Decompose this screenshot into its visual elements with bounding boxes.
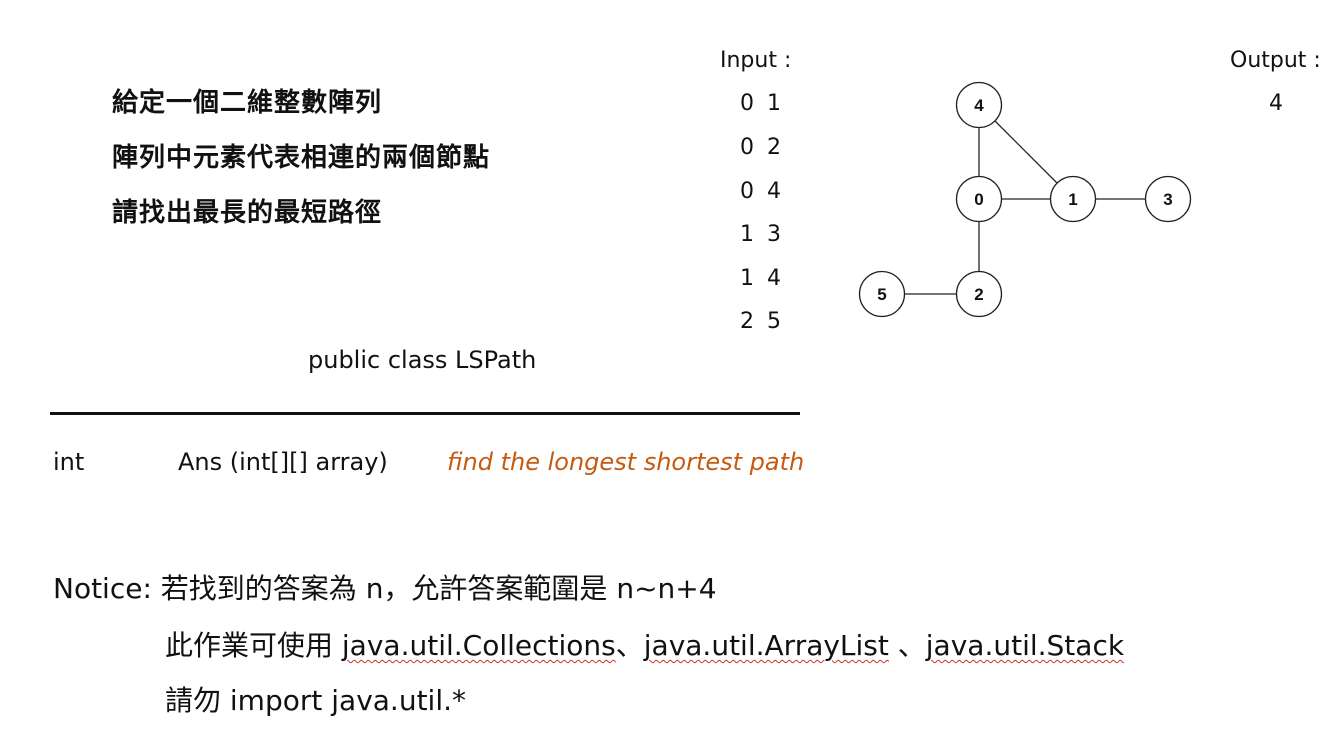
notice-line-2: 此作業可使用 java.util.Collections、java.util.A…	[165, 624, 1124, 664]
svg-text:1: 1	[1068, 190, 1077, 209]
separator: 、	[615, 629, 644, 662]
notice-line-3: 請勿 import java.util.*	[165, 684, 467, 717]
graph-node-3: 3	[1144, 175, 1192, 223]
svg-text:0: 0	[974, 190, 983, 209]
method-return-type: int	[53, 448, 85, 476]
library-stack: java.util.Stack	[925, 629, 1125, 662]
svg-text:2: 2	[974, 285, 983, 304]
class-title: public class LSPath	[308, 346, 537, 374]
graph-node-4: 4	[955, 81, 1003, 129]
library-collections: java.util.Collections	[341, 629, 616, 662]
graph-diagram: 4 0 1 3 5 2	[858, 81, 1192, 318]
method-signature: Ans (int[][] array)	[178, 448, 388, 476]
svg-text:5: 5	[877, 285, 886, 304]
divider	[50, 412, 800, 415]
method-description: find the longest shortest path	[447, 448, 805, 476]
svg-text:4: 4	[974, 96, 984, 115]
graph-node-2: 2	[955, 270, 1003, 318]
graph-node-5: 5	[858, 270, 906, 318]
library-arraylist: java.util.ArrayList	[643, 629, 889, 662]
graph-node-0: 0	[955, 175, 1003, 223]
notice-line-1: Notice: 若找到的答案為 n，允許答案範圍是 n~n+4	[53, 572, 717, 605]
separator: 、	[888, 629, 926, 662]
notice-prefix: 此作業可使用	[165, 629, 342, 662]
svg-text:3: 3	[1163, 190, 1172, 209]
graph-node-1: 1	[1049, 175, 1097, 223]
